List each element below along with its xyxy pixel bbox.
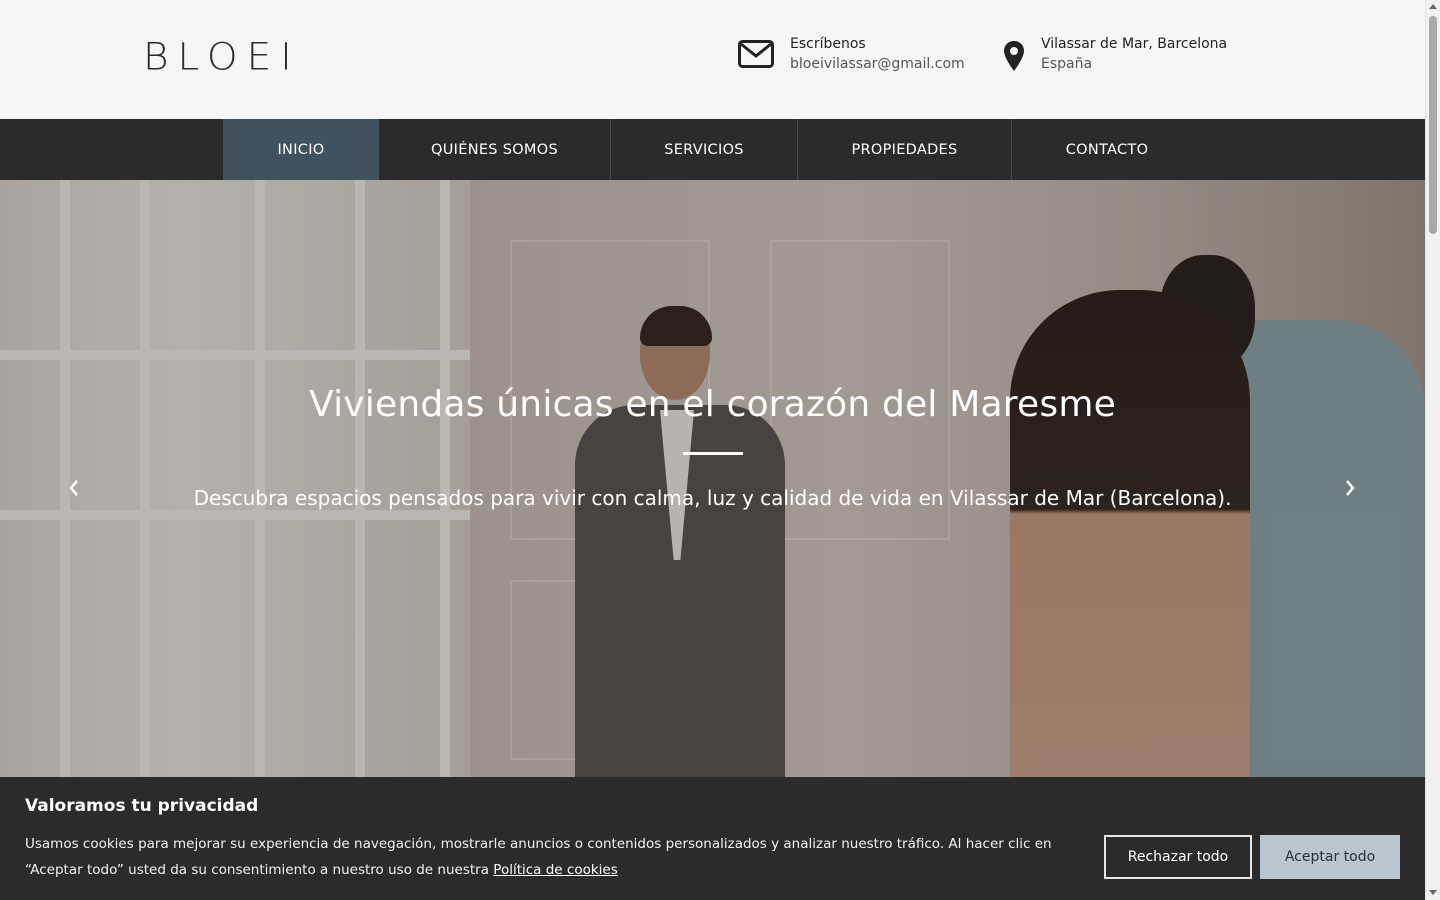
cookie-banner: Valoramos tu privacidad Usamos cookies p… bbox=[0, 777, 1425, 900]
nav-item-contacto[interactable]: CONTACTO bbox=[1012, 119, 1202, 180]
hero-slider: Viviendas únicas en el corazón del Mares… bbox=[0, 180, 1425, 777]
hero-overlay bbox=[0, 180, 1425, 777]
scroll-thumb[interactable] bbox=[1429, 16, 1437, 234]
page-scrollbar[interactable] bbox=[1425, 0, 1440, 900]
envelope-icon bbox=[738, 40, 774, 72]
site-header: BLOEI Escríbenos bloeivilassar@gmail.com… bbox=[0, 0, 1425, 119]
scroll-up-icon[interactable] bbox=[1429, 4, 1437, 9]
nav-item-propiedades[interactable]: PROPIEDADES bbox=[798, 119, 1012, 180]
email-title: Escríbenos bbox=[790, 36, 866, 52]
location-title: Vilassar de Mar, Barcelona bbox=[1041, 36, 1228, 52]
hero-subtitle: Descubra espacios pensados para vivir co… bbox=[193, 486, 1232, 510]
email-address[interactable]: bloeivilassar@gmail.com bbox=[790, 54, 965, 74]
accept-all-button[interactable]: Aceptar todo bbox=[1260, 835, 1400, 879]
nav-item-inicio[interactable]: INICIO bbox=[223, 119, 379, 180]
logo[interactable]: BLOEI bbox=[143, 35, 301, 79]
contact-email: Escríbenos bloeivilassar@gmail.com bbox=[738, 34, 965, 74]
cookie-title: Valoramos tu privacidad bbox=[25, 796, 259, 816]
chevron-left-icon[interactable] bbox=[62, 476, 86, 500]
logo-text: BLOEI bbox=[143, 35, 301, 79]
contact-location: Vilassar de Mar, Barcelona España bbox=[1003, 34, 1227, 76]
cookie-policy-link[interactable]: Política de cookies bbox=[493, 862, 617, 878]
reject-all-button[interactable]: Rechazar todo bbox=[1104, 835, 1252, 879]
map-pin-icon bbox=[1003, 40, 1025, 76]
scroll-down-icon[interactable] bbox=[1429, 890, 1437, 895]
main-nav: INICIO QUIÉNES SOMOS SERVICIOS PROPIEDAD… bbox=[0, 119, 1425, 180]
nav-item-quienes-somos[interactable]: QUIÉNES SOMOS bbox=[379, 119, 611, 180]
location-country: España bbox=[1041, 56, 1093, 72]
hero-divider bbox=[683, 452, 743, 455]
cookie-text: Usamos cookies para mejorar su experienc… bbox=[25, 831, 1085, 883]
hero-title: Viviendas únicas en el corazón del Mares… bbox=[309, 384, 1116, 425]
nav-item-servicios[interactable]: SERVICIOS bbox=[611, 119, 798, 180]
chevron-right-icon[interactable] bbox=[1338, 476, 1362, 500]
